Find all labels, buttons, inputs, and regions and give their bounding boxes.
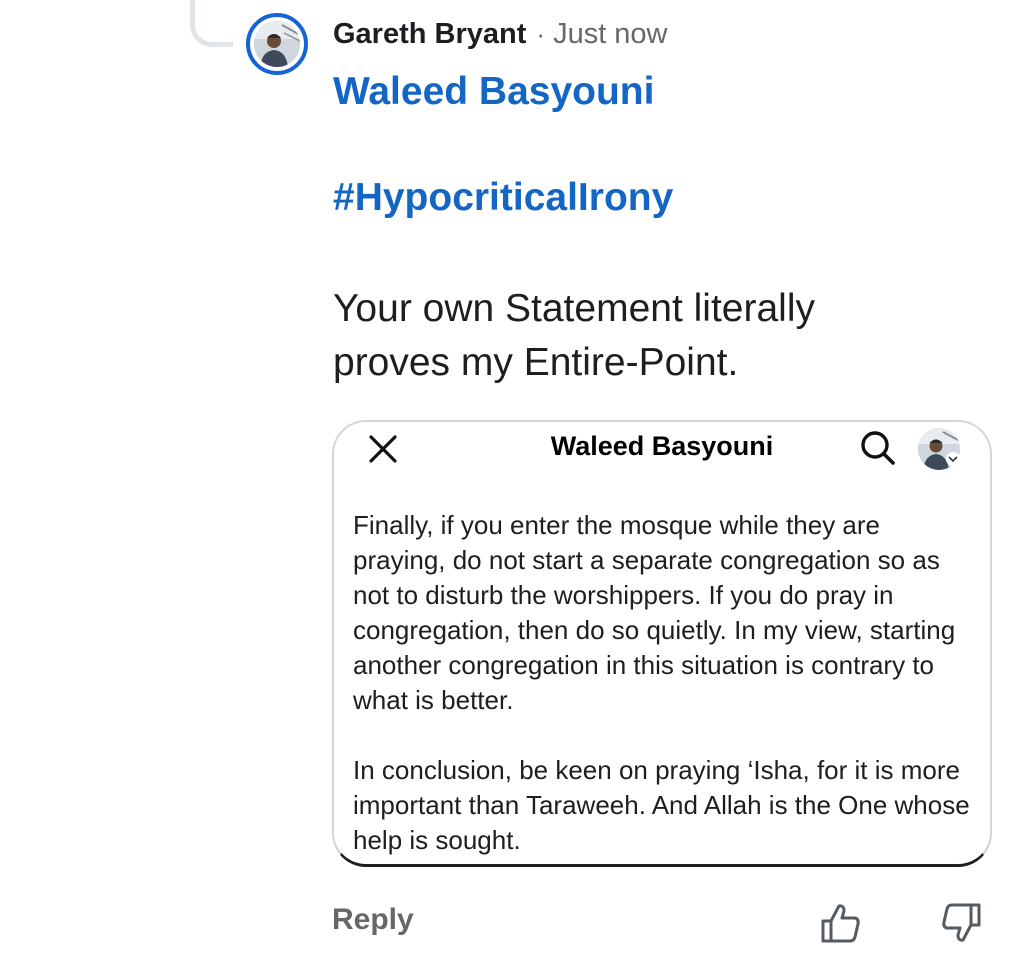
thumbs-up-icon[interactable] (818, 900, 864, 946)
comment-timestamp: Just now (553, 17, 668, 50)
comment-header: Gareth Bryant · Just now (333, 14, 668, 54)
mention-link[interactable]: Waleed Basyouni (333, 70, 654, 114)
avatar-photo (254, 21, 300, 67)
comment-thread: Gareth Bryant · Just now Waleed Basyouni… (0, 0, 1024, 962)
thread-connector-line (190, 0, 233, 47)
comment-body-text: Your own Statement literally proves my E… (333, 287, 815, 384)
person-photo-icon (254, 21, 300, 67)
search-icon (858, 428, 898, 468)
thumbs-down-icon[interactable] (938, 900, 984, 946)
reply-button[interactable]: Reply (332, 903, 414, 937)
author-avatar[interactable] (246, 13, 308, 75)
comment-actions: Reply (332, 900, 992, 950)
embedded-paragraph: In conclusion, be keen on praying ‘Isha,… (353, 755, 970, 855)
hashtag-link[interactable]: #HypocriticalIrony (333, 176, 673, 220)
author-name[interactable]: Gareth Bryant (333, 18, 526, 51)
embedded-paragraph: Finally, if you enter the mosque while t… (353, 510, 956, 715)
embedded-body-text: Finally, if you enter the mosque while t… (353, 508, 978, 864)
header-separator: · (536, 18, 546, 49)
chevron-down-icon (946, 452, 960, 466)
embedded-screenshot[interactable]: Waleed Basyouni Finally, if you enter th… (332, 420, 992, 867)
